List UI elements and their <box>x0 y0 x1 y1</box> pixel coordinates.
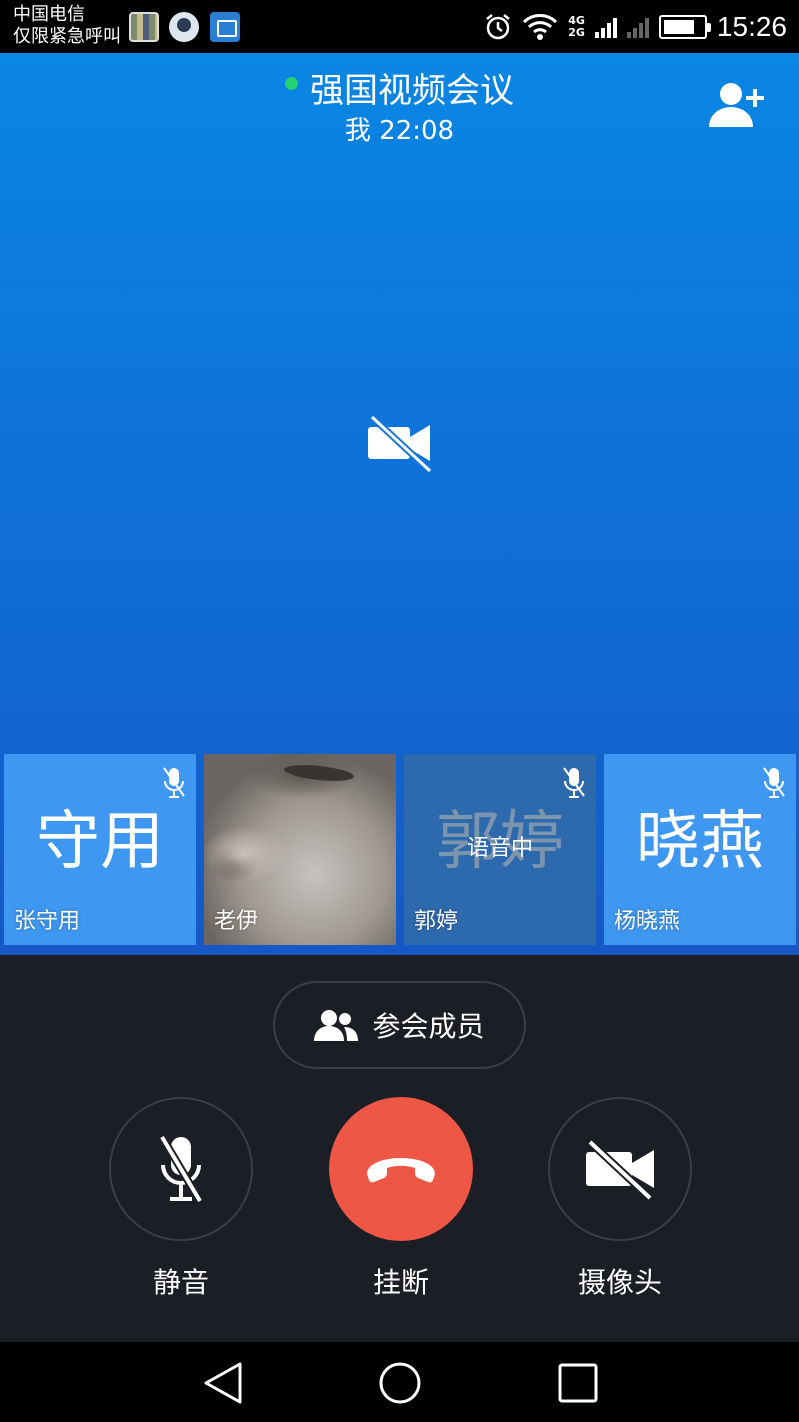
video-off-icon <box>586 1139 654 1200</box>
recent-apps-icon[interactable] <box>555 1360 601 1406</box>
camera-button[interactable] <box>548 1097 692 1241</box>
video-stage: 强国视频会议 我 22:08 守用 张守用 老伊 郭婷 语音中 郭婷 晓燕 杨晓… <box>0 53 799 955</box>
navigation-bar <box>0 1342 799 1422</box>
people-icon <box>314 1010 359 1041</box>
participants-button-label: 参会成员 <box>372 1010 485 1043</box>
conference-subtitle: 我 22:08 <box>344 116 455 146</box>
network-2g-label: 2G <box>568 26 585 39</box>
call-controls: 参会成员 静音 挂断 摄像头 <box>0 955 799 1342</box>
participant-tile[interactable]: 晓燕 杨晓燕 <box>604 754 796 945</box>
participant-tile[interactable]: 老伊 <box>204 754 396 945</box>
hangup-control: 挂断 <box>329 1097 473 1301</box>
mic-off-icon <box>158 1134 204 1204</box>
participant-avatar-text: 守用 <box>36 805 164 879</box>
voice-status-label: 语音中 <box>466 836 533 861</box>
status-bar: 中国电信 仅限紧急呼叫 4G 2G 15:26 <box>0 0 799 53</box>
participant-tile[interactable]: 郭婷 语音中 郭婷 <box>404 754 596 945</box>
carrier-status: 仅限紧急呼叫 <box>13 26 121 47</box>
alarm-icon <box>486 14 511 40</box>
participants-button[interactable]: 参会成员 <box>273 981 526 1069</box>
clock: 15:26 <box>716 11 787 42</box>
mute-label: 静音 <box>152 1266 209 1299</box>
signal-icon <box>594 16 617 38</box>
signal-no-service-icon <box>626 16 649 38</box>
participant-name: 郭婷 <box>414 909 459 934</box>
camera-label: 摄像头 <box>577 1266 662 1299</box>
participant-avatar-text: 晓燕 <box>636 805 764 879</box>
back-icon[interactable] <box>200 1360 246 1406</box>
avatar-notification-icon <box>169 12 199 42</box>
add-participant-icon[interactable] <box>709 81 767 131</box>
image-notification-icon <box>210 12 240 42</box>
conference-title-row: 强国视频会议 <box>0 69 799 113</box>
carrier-name: 中国电信 <box>13 4 85 25</box>
participant-name: 老伊 <box>214 909 259 934</box>
mute-control: 静音 <box>109 1097 253 1301</box>
video-off-icon <box>368 414 433 473</box>
hangup-button[interactable] <box>329 1097 473 1241</box>
participant-name: 张守用 <box>14 909 81 934</box>
mic-off-icon <box>563 767 585 798</box>
mute-button[interactable] <box>109 1097 253 1241</box>
conference-title: 强国视频会议 <box>310 71 514 111</box>
carrier-info: 中国电信 仅限紧急呼叫 <box>13 4 121 48</box>
network-type: 4G 2G <box>568 15 585 39</box>
participant-tiles: 守用 张守用 老伊 郭婷 语音中 郭婷 晓燕 杨晓燕 <box>4 754 797 945</box>
mic-off-icon <box>163 767 185 798</box>
online-status-dot <box>285 77 298 90</box>
battery-icon <box>658 15 711 39</box>
home-icon[interactable] <box>377 1360 423 1406</box>
hangup-label: 挂断 <box>372 1266 429 1299</box>
gallery-notification-icon <box>129 12 159 42</box>
mic-off-icon <box>763 767 785 798</box>
wifi-icon <box>523 14 558 40</box>
hangup-phone-icon <box>367 1158 435 1183</box>
participant-name: 杨晓燕 <box>614 909 681 934</box>
camera-control: 摄像头 <box>548 1097 692 1301</box>
participant-tile[interactable]: 守用 张守用 <box>4 754 196 945</box>
